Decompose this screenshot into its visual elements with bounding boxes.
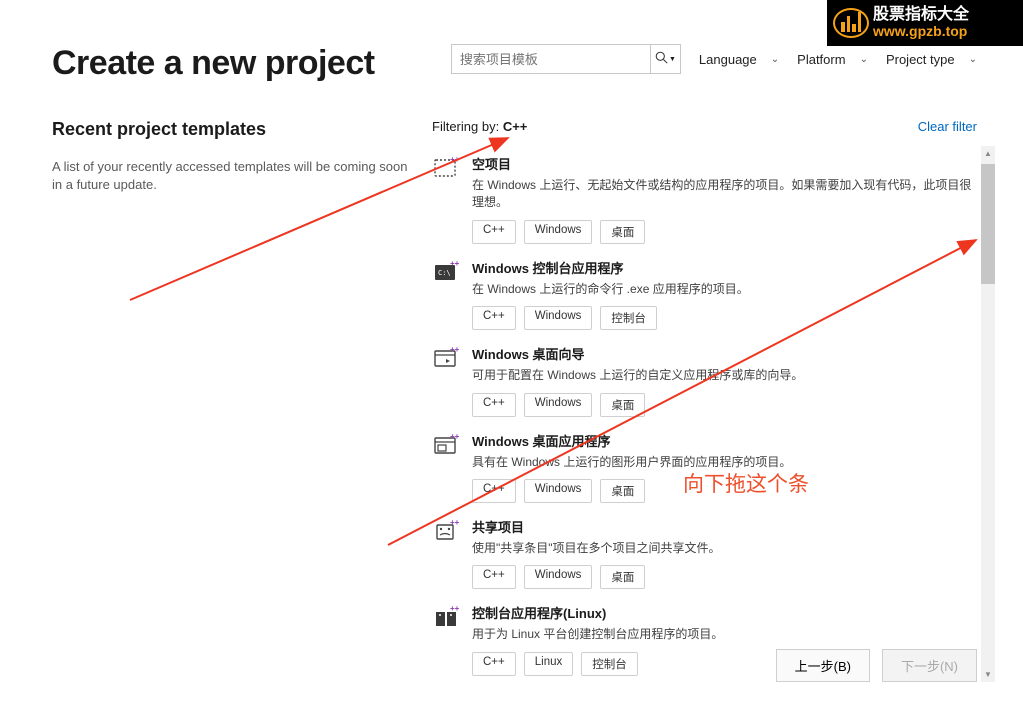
template-tag: 桌面 [600,220,645,244]
template-title: 共享项目 [472,517,977,536]
filter-indicator: Filtering by: C++ [432,119,527,134]
template-icon: ++ [432,154,460,182]
template-title: 空项目 [472,154,977,173]
scroll-up-arrow-icon[interactable]: ▲ [981,146,995,160]
template-desc: 使用"共享条目"项目在多个项目之间共享文件。 [472,540,977,557]
template-tag: Windows [524,220,593,244]
platform-label: Platform [797,52,845,67]
template-item[interactable]: ++ 共享项目使用"共享条目"项目在多个项目之间共享文件。 C++ Windows 桌面 [432,509,977,595]
template-title: Windows 控制台应用程序 [472,258,977,277]
template-tag: Windows [524,306,593,330]
search-button[interactable]: ▼ [650,45,680,73]
search-container: ▼ [451,44,681,74]
template-tag: 桌面 [600,565,645,589]
template-tag: Windows [524,479,593,503]
recent-templates-title: Recent project templates [52,119,412,140]
watermark-title: 股票指标大全 [873,7,969,24]
watermark-chart-icon [833,8,869,38]
template-tag: C++ [472,652,516,676]
template-tag: Windows [524,565,593,589]
language-dropdown[interactable]: Language ⌄ [699,52,779,67]
template-tags: C++ Windows 桌面 [472,479,977,503]
search-input[interactable] [452,45,650,73]
templates-list: ▲ ▼ ++空项目在 Windows 上运行、无起始文件或结构的应用程序的项目。… [432,146,977,682]
template-tags: C++ Windows 桌面 [472,565,977,589]
template-tag: 控制台 [600,306,657,330]
back-button[interactable]: 上一步(B) [776,649,870,682]
template-tag: C++ [472,479,516,503]
template-tag: C++ [472,220,516,244]
scrollbar-thumb[interactable] [981,164,995,284]
next-button: 下一步(N) [882,649,977,682]
svg-text:C:\: C:\ [438,269,451,277]
svg-text:++: ++ [450,518,460,527]
template-icon: ++ [432,517,460,545]
template-icon: ++ [432,431,460,459]
template-item[interactable]: ++ Windows 桌面应用程序具有在 Windows 上运行的图形用户界面的应… [432,423,977,509]
platform-dropdown[interactable]: Platform ⌄ [797,52,868,67]
watermark-url: www.gpzb.top [873,24,969,39]
clear-filter-link[interactable]: Clear filter [918,119,977,134]
template-tag: 桌面 [600,393,645,417]
template-tags: C++ Windows 控制台 [472,306,977,330]
template-desc: 用于为 Linux 平台创建控制台应用程序的项目。 [472,626,977,643]
svg-text:++: ++ [450,345,460,354]
svg-text:++: ++ [450,432,460,441]
template-tag: Linux [524,652,574,676]
template-desc: 可用于配置在 Windows 上运行的自定义应用程序或库的向导。 [472,367,977,384]
template-title: Windows 桌面应用程序 [472,431,977,450]
watermark-badge: 股票指标大全 www.gpzb.top [827,0,1023,46]
template-item[interactable]: ++ 空项目在 Windows 上运行、无起始文件或结构的应用程序的项目。如果需要… [432,146,977,250]
project-type-label: Project type [886,52,955,67]
template-desc: 在 Windows 上运行的命令行 .exe 应用程序的项目。 [472,281,977,298]
page-title: Create a new project [52,44,375,83]
template-title: Windows 桌面向导 [472,344,977,363]
chevron-down-icon: ▼ [669,56,676,63]
template-tags: C++ Windows 桌面 [472,220,977,244]
search-icon [655,51,668,67]
template-tag: C++ [472,565,516,589]
template-icon: ++ [432,603,460,631]
project-type-dropdown[interactable]: Project type ⌄ [886,52,977,67]
svg-text:++: ++ [450,604,460,613]
template-icon: ++ [432,344,460,372]
template-tag: 桌面 [600,479,645,503]
template-title: 控制台应用程序(Linux) [472,603,977,622]
svg-text:++: ++ [450,155,460,164]
template-tags: C++ Windows 桌面 [472,393,977,417]
language-label: Language [699,52,757,67]
template-desc: 在 Windows 上运行、无起始文件或结构的应用程序的项目。如果需要加入现有代… [472,177,977,212]
chevron-down-icon: ⌄ [860,54,868,65]
scrollbar-track[interactable]: ▲ ▼ [981,146,995,682]
template-icon: C:\++ [432,258,460,286]
template-tag: Windows [524,393,593,417]
scroll-down-arrow-icon[interactable]: ▼ [981,668,995,682]
svg-text:++: ++ [450,259,460,268]
filter-label: Filtering by: [432,119,503,134]
chevron-down-icon: ⌄ [969,54,977,65]
template-item[interactable]: C:\++ Windows 控制台应用程序在 Windows 上运行的命令行 .e… [432,250,977,336]
template-desc: 具有在 Windows 上运行的图形用户界面的应用程序的项目。 [472,454,977,471]
template-item[interactable]: ++ Windows 桌面向导可用于配置在 Windows 上运行的自定义应用程序… [432,336,977,422]
recent-templates-desc: A list of your recently accessed templat… [52,158,412,194]
template-tag: C++ [472,393,516,417]
template-tag: C++ [472,306,516,330]
filter-value: C++ [503,119,528,134]
template-tag: 控制台 [581,652,638,676]
chevron-down-icon: ⌄ [771,54,779,65]
